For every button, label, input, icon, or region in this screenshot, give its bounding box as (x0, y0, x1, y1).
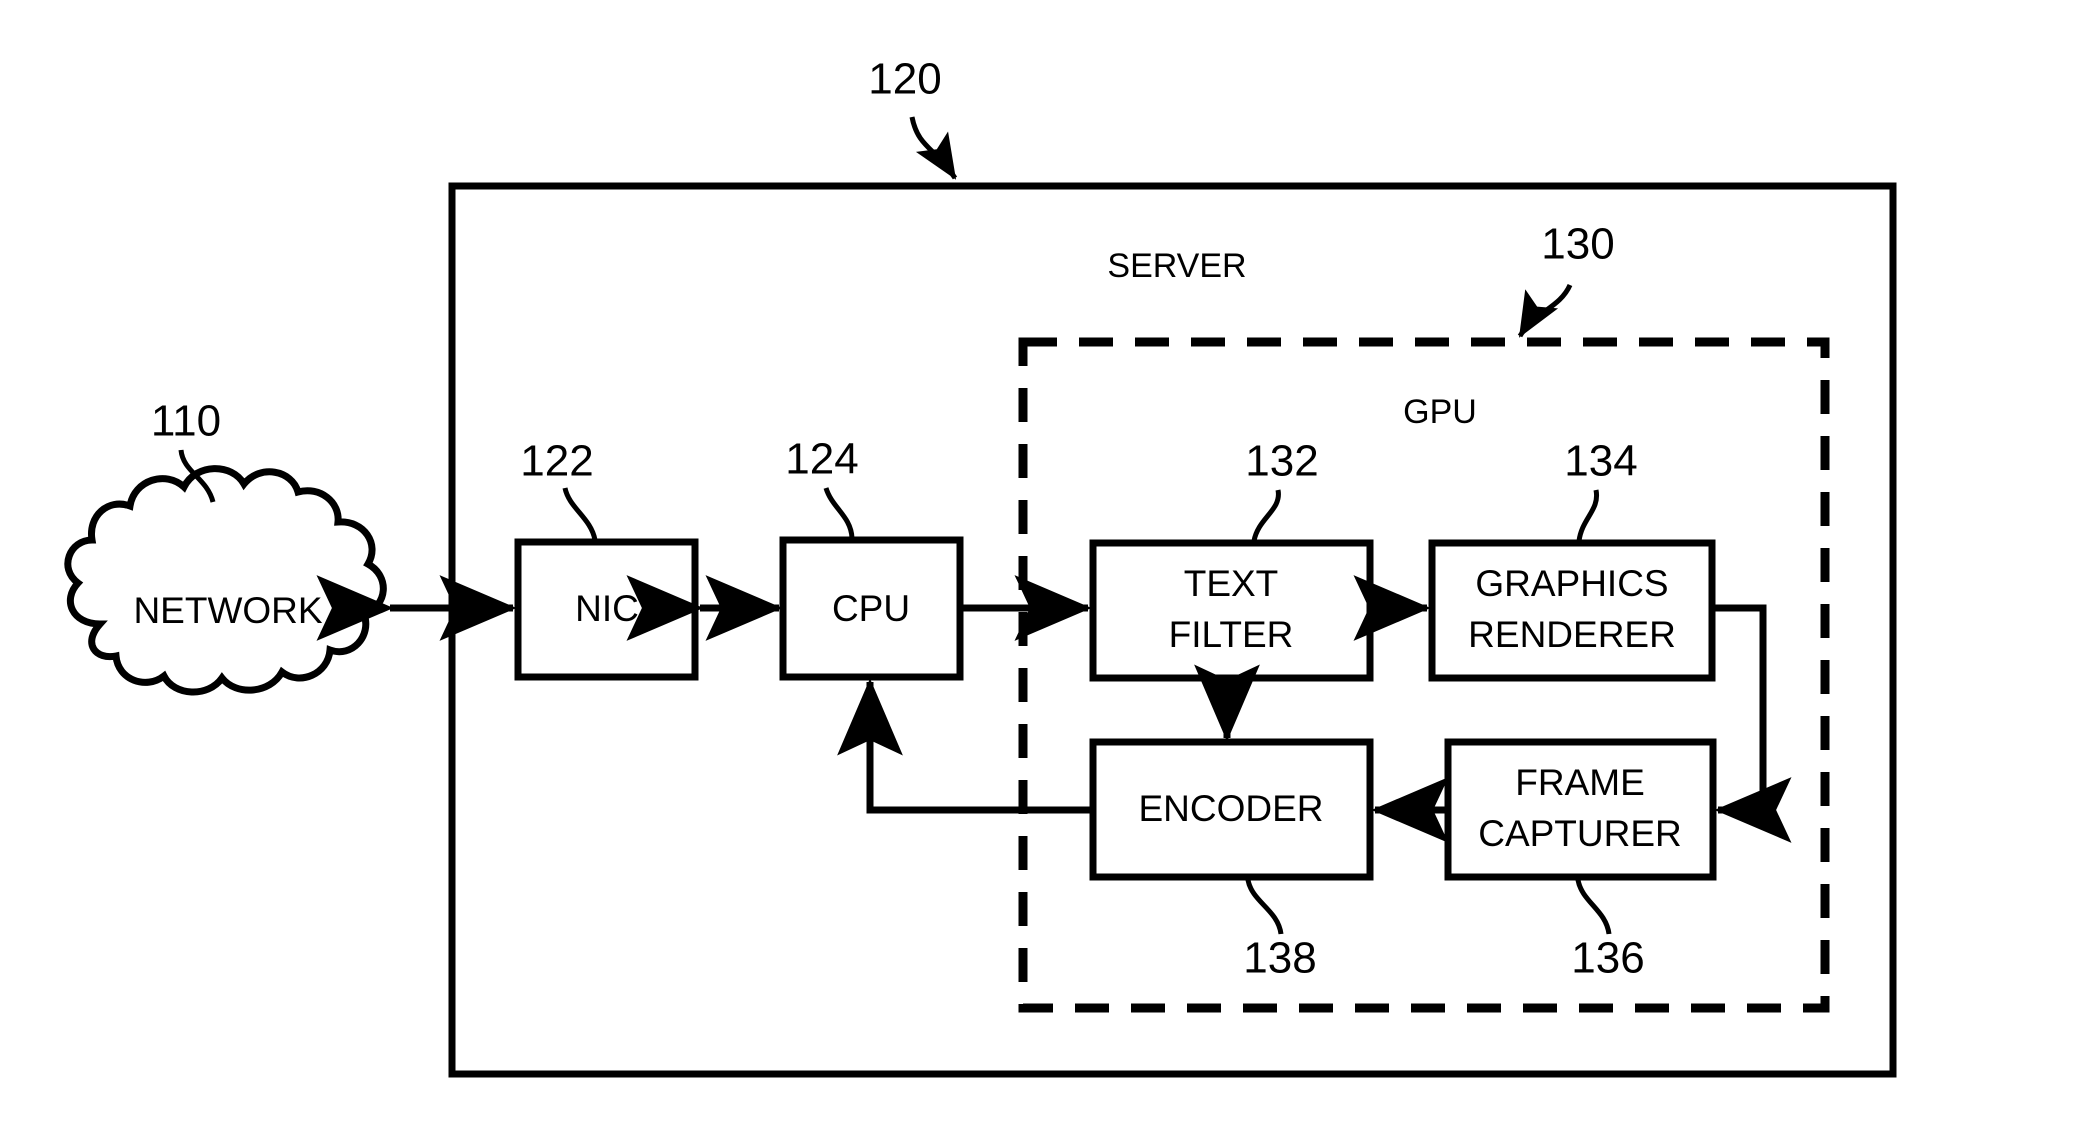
ref-120: 120 (868, 55, 941, 104)
network-label: NETWORK (133, 590, 322, 631)
leader-132 (1251, 489, 1281, 542)
leader-136 (1575, 879, 1612, 935)
ref-138: 138 (1243, 934, 1316, 983)
ref-132: 132 (1245, 437, 1318, 486)
ref-110: 110 (151, 397, 221, 446)
ref-122: 122 (520, 437, 593, 486)
server-label: SERVER (1107, 247, 1246, 285)
figure-canvas: NETWORK 110 120 SERVER 130 GPU NIC 122 C… (0, 0, 2078, 1136)
frame-capturer-label-line2: CAPTURER (1478, 813, 1682, 854)
leader-120 (909, 116, 958, 180)
connector-graphics-renderer-frame-capturer (1714, 604, 1792, 843)
ref-134: 134 (1564, 437, 1637, 486)
ref-124: 124 (785, 435, 858, 484)
leader-134 (1576, 489, 1600, 542)
network-cloud (64, 465, 387, 696)
block-diagram: NETWORK 110 120 SERVER 130 GPU NIC 122 C… (64, 55, 1897, 1078)
text-filter-label-line1: TEXT (1184, 563, 1279, 604)
leader-124 (823, 487, 855, 539)
leader-138 (1245, 879, 1284, 935)
text-filter-label-line2: FILTER (1169, 614, 1294, 655)
connector-encoder-cpu (837, 678, 1090, 814)
encoder-label: ENCODER (1138, 788, 1323, 829)
graphics-renderer-label-line2: RENDERER (1468, 614, 1676, 655)
leader-130 (1517, 283, 1573, 338)
frame-capturer-label-line1: FRAME (1515, 762, 1645, 803)
gpu-label: GPU (1403, 393, 1477, 431)
nic-label: NIC (575, 588, 639, 629)
cpu-label: CPU (832, 588, 910, 629)
leader-110 (178, 449, 216, 503)
ref-130: 130 (1541, 220, 1614, 269)
ref-136: 136 (1571, 934, 1644, 983)
graphics-renderer-label-line1: GRAPHICS (1475, 563, 1668, 604)
leader-122 (562, 487, 598, 541)
